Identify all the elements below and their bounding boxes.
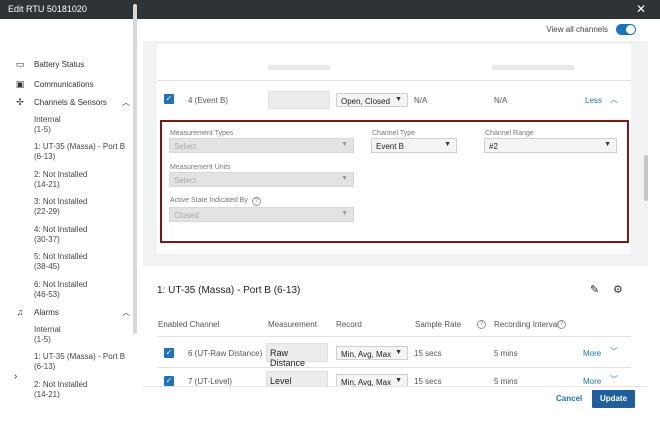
sidebar-subitem-channel-6[interactable]: 6: Not Installed (46-53) xyxy=(34,280,129,300)
dropdown-arrow-icon: ▼ xyxy=(395,377,402,384)
dropdown-arrow-icon: ▼ xyxy=(341,210,348,217)
close-icon[interactable]: ✕ xyxy=(636,2,646,16)
dropdown-arrow-icon: ▼ xyxy=(604,141,611,148)
sidebar-scrollbar[interactable] xyxy=(133,4,137,334)
cut-off-field xyxy=(492,65,574,70)
top-bar: View all channels xyxy=(0,19,660,41)
help-icon[interactable]: ? xyxy=(557,320,566,329)
network-icon: ✣ xyxy=(16,97,24,107)
channel-type-label: Channel Type xyxy=(372,130,416,137)
divider xyxy=(157,80,631,81)
main-scrollbar[interactable] xyxy=(644,155,648,201)
sidebar-item-label: Battery Status xyxy=(34,60,85,69)
chevron-up-icon[interactable]: ︿ xyxy=(122,307,130,318)
measurement-units-select[interactable]: Select ▼ xyxy=(169,172,354,187)
update-button[interactable]: Update xyxy=(592,390,635,408)
measurement-types-label: Measurement Types xyxy=(170,130,234,137)
dropdown-arrow-icon: ▼ xyxy=(395,349,402,356)
row-channel-name: 6 (UT-Raw Distance) xyxy=(188,349,263,358)
header-record: Record xyxy=(336,320,362,329)
header-recording-interval: Recording Interval xyxy=(494,320,559,329)
help-icon[interactable]: ? xyxy=(251,197,261,206)
sidebar-subitem-alarm-1[interactable]: 1: UT-35 (Massa) - Port B (6-13) xyxy=(34,352,129,372)
window-title: Edit RTU 50181020 xyxy=(8,4,87,14)
divider xyxy=(157,336,631,337)
cut-off-field xyxy=(268,65,330,70)
channel-name: 4 (Event B) xyxy=(188,96,229,105)
dropdown-arrow-icon: ▼ xyxy=(444,141,451,148)
sidebar-item-channels-sensors[interactable]: ✣ Channels & Sensors ︿ xyxy=(14,97,130,108)
view-all-channels-label: View all channels xyxy=(546,25,608,34)
row-enabled-checkbox[interactable]: ✓ xyxy=(164,348,174,358)
sidebar-subitem-alarm-2[interactable]: 2: Not Installed (14-21) xyxy=(34,380,129,400)
sidebar-subitem-channel-1[interactable]: 1: UT-35 (Massa) - Port B (6-13) xyxy=(34,142,129,162)
calendar-icon: ▣ xyxy=(15,79,25,89)
cancel-button[interactable]: Cancel xyxy=(556,394,582,403)
row-record-select[interactable]: Min, Avg, Max ▼ xyxy=(336,346,408,360)
sidebar-subitem-channel-3[interactable]: 3: Not Installed (22-29) xyxy=(34,197,129,217)
row-recording-interval: 5 mins xyxy=(494,349,518,358)
sidebar-item-alarms[interactable]: ♫ Alarms ︿ xyxy=(14,307,130,317)
header-measurement: Measurement xyxy=(268,320,317,329)
window-titlebar: Edit RTU 50181020 ✕ xyxy=(0,0,660,19)
row-channel-name: 7 (UT-Level) xyxy=(188,377,233,386)
active-state-label: Active State Indicated By? xyxy=(170,197,261,206)
channel-type-select[interactable]: Event B ▼ xyxy=(371,138,457,153)
sidebar-item-label: Alarms xyxy=(34,307,59,317)
row-measurement-field[interactable]: Raw Distance xyxy=(266,343,328,368)
measurement-types-select[interactable]: Select ▼ xyxy=(169,138,354,153)
measurement-field[interactable] xyxy=(268,91,330,109)
chevron-down-icon[interactable]: ﹀ xyxy=(610,346,618,357)
help-icon[interactable]: ? xyxy=(477,320,486,329)
recording-interval-value: N/A xyxy=(494,96,508,105)
section-title: 1: UT-35 (Massa) - Port B (6-13) xyxy=(157,285,301,296)
dropdown-arrow-icon: ▼ xyxy=(341,175,348,182)
sidebar-subitem-channel-5[interactable]: 5: Not Installed (38-45) xyxy=(34,252,129,272)
sidebar-subitem-alarm-internal[interactable]: Internal (1-5) xyxy=(34,325,129,345)
row-sample-rate: 15 secs xyxy=(414,377,442,386)
sidebar-item-battery-status[interactable]: ▭ Battery Status xyxy=(14,59,85,70)
sidebar-item-communications[interactable]: ▣ Communications xyxy=(14,79,94,90)
row-enabled-checkbox[interactable]: ✓ xyxy=(164,376,174,386)
sidebar-item-label: Channels & Sensors xyxy=(34,98,107,107)
sample-rate-value: N/A xyxy=(414,96,428,105)
sidebar-item-label: Communications xyxy=(34,80,94,89)
record-select[interactable]: Open, Closed ▼ xyxy=(336,93,408,107)
sidebar-subitem-channel-4[interactable]: 4: Not Installed (30-37) xyxy=(34,225,129,245)
sidebar-subitem-channel-internal[interactable]: Internal (1-5) xyxy=(34,115,129,135)
channel-range-select[interactable]: #2 ▼ xyxy=(484,138,617,153)
row-recording-interval: 5 mins xyxy=(494,377,518,386)
chevron-up-icon[interactable]: ︿ xyxy=(610,94,618,105)
bell-icon: ♫ xyxy=(16,307,24,317)
header-sample-rate: Sample Rate xyxy=(415,320,462,329)
dropdown-arrow-icon: ▼ xyxy=(395,96,402,103)
measurement-units-label: Measurement Units xyxy=(170,164,231,171)
sidebar-subitem-channel-2[interactable]: 2: Not Installed (14-21) xyxy=(34,170,129,190)
gear-icon[interactable]: ⚙ xyxy=(613,283,623,296)
more-toggle[interactable]: More xyxy=(583,349,601,358)
channel-range-label: Channel Range xyxy=(485,130,534,137)
divider xyxy=(157,367,631,368)
pencil-icon[interactable]: ✎ xyxy=(590,283,599,296)
row-sample-rate: 15 secs xyxy=(414,349,442,358)
dropdown-arrow-icon: ▼ xyxy=(341,141,348,148)
channel-enabled-checkbox[interactable]: ✓ xyxy=(164,94,174,104)
chevron-down-icon[interactable]: ﹀ xyxy=(610,374,618,385)
battery-icon: ▭ xyxy=(15,59,25,69)
more-toggle[interactable]: More xyxy=(583,377,601,386)
dialog-footer xyxy=(143,386,648,432)
view-all-channels-toggle[interactable] xyxy=(616,24,636,35)
chevron-right-icon[interactable]: › xyxy=(14,371,17,382)
active-state-select[interactable]: Closed ▼ xyxy=(169,207,354,222)
header-enabled-channel: Enabled Channel xyxy=(158,320,220,329)
less-toggle[interactable]: Less xyxy=(585,96,602,105)
chevron-up-icon[interactable]: ︿ xyxy=(122,97,130,108)
